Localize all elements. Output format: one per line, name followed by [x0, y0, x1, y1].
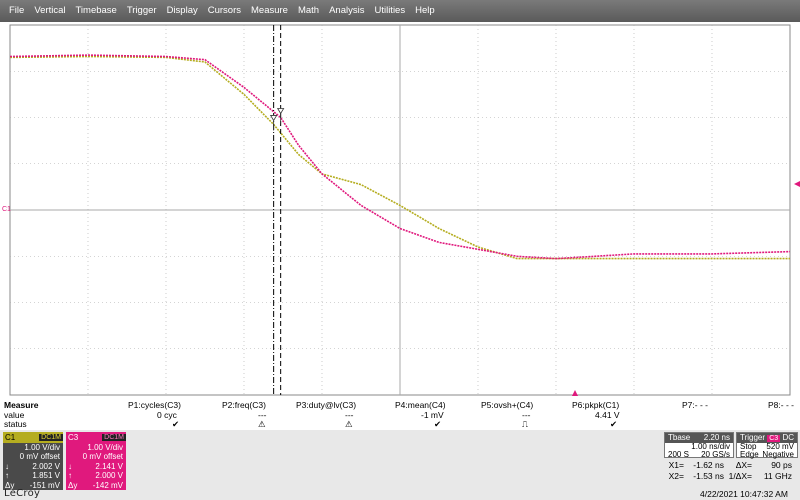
c1-cursor2-value: 1.851 V — [32, 471, 60, 481]
c1-header: C1 DC1M — [3, 432, 63, 443]
c1-descriptor[interactable]: C1 DC1M 1.00 V/div 0 mV offset ↓ 2.002 V … — [3, 432, 63, 490]
menu-math[interactable]: Math — [293, 0, 324, 22]
param-p7-name[interactable]: P7:- - - — [682, 400, 708, 410]
c1-body: 1.00 V/div 0 mV offset ↓ 2.002 V ↑ 1.851 V… — [3, 443, 63, 490]
waveform-grid: C1 — [2, 24, 800, 396]
menu-bar: File Vertical Timebase Trigger Display Cursor… — [0, 0, 800, 22]
dx-label: ΔX= — [735, 460, 752, 470]
param-p2-name[interactable]: P2:freq(C3) — [222, 400, 266, 410]
menu-cursors[interactable]: Cursors — [203, 0, 246, 22]
menu-file[interactable]: File — [4, 0, 29, 22]
x1-label: X1= — [668, 460, 684, 470]
c3-cursor2-value: 2.000 V — [95, 471, 123, 481]
dx-value: 90 ps — [771, 460, 792, 470]
menu-display[interactable]: Display — [162, 0, 203, 22]
measure-header-row: Measure P1:cycles(C3) P2:freq(C3) P3:dut… — [0, 400, 800, 410]
trigger-source-badge: C3 — [767, 435, 781, 442]
c1-offset: 0 mV offset — [19, 452, 60, 462]
param-p4-status-icon: ✔ — [434, 419, 442, 429]
c3-delta-label: Δy — [68, 480, 78, 490]
menu-vertical[interactable]: Vertical — [29, 0, 70, 22]
x2-value: -1.53 ns — [693, 471, 724, 481]
menu-timebase[interactable]: Timebase — [70, 0, 121, 22]
c3-cursor1-value: 2.141 V — [95, 461, 123, 471]
param-p8-name[interactable]: P8:- - - — [768, 400, 794, 410]
c3-vdiv: 1.00 V/div — [87, 443, 123, 452]
param-p5-status-icon: ⎍ — [522, 419, 528, 429]
param-p6-status-icon: ✔ — [610, 419, 618, 429]
timebase-descriptor[interactable]: Tbase 2.20 ns 1.00 ns/div 200 S 20 GS/s — [664, 432, 734, 459]
measure-panel: Measure P1:cycles(C3) P2:freq(C3) P3:dut… — [0, 398, 800, 430]
channel-marker: C1 — [2, 206, 11, 213]
measure-status-row: status ✔ ⚠ ⚠ ✔ ⎍ ✔ — [0, 419, 800, 429]
timebase-label: Tbase — [668, 433, 691, 442]
trigger-type: Edge — [740, 450, 759, 459]
trigger-coupling: DC — [782, 433, 794, 442]
measure-title: Measure — [4, 400, 39, 410]
param-p1-name[interactable]: P1:cycles(C3) — [128, 400, 181, 410]
c1-cursor1-value: 2.002 V — [32, 461, 60, 471]
c3-descriptor[interactable]: C3 DC1M 1.00 V/div 0 mV offset ↓ 2.141 V … — [66, 432, 126, 490]
trigger-slope: Negative — [762, 450, 794, 459]
menu-analysis[interactable]: Analysis — [324, 0, 369, 22]
c3-cursor1-icon: ↓ — [68, 461, 72, 471]
inv-dx-value: 11 GHz — [763, 471, 792, 481]
c3-offset: 0 mV offset — [82, 452, 123, 462]
c1-cursor1-icon: ↓ — [5, 461, 9, 471]
param-p5-name[interactable]: P5:ovsh+(C4) — [481, 400, 533, 410]
param-p4-name[interactable]: P4:mean(C4) — [395, 400, 446, 410]
status-row-label: status — [4, 419, 27, 429]
c3-delta-value: -142 mV — [92, 480, 123, 490]
menu-trigger[interactable]: Trigger — [122, 0, 162, 22]
param-p3-name[interactable]: P3:duty@lv(C3) — [296, 400, 356, 410]
menu-utilities[interactable]: Utilities — [369, 0, 410, 22]
c3-label: C3 — [68, 433, 79, 442]
waveform-display[interactable]: C1 — [0, 22, 800, 398]
param-p6-name[interactable]: P6:pkpk(C1) — [572, 400, 619, 410]
timebase-samples: 200 S — [668, 450, 689, 459]
cursor-readout: X1= -1.62 ns ΔX= 90 ps X2= -1.53 ns 1/ΔX… — [664, 460, 798, 484]
c1-vdiv: 1.00 V/div — [24, 443, 60, 452]
timebase-sample-rate: 20 GS/s — [701, 450, 730, 459]
trigger-level-arrow-icon[interactable] — [794, 181, 800, 187]
menu-help[interactable]: Help — [410, 0, 440, 22]
c3-coupling-badge: DC1M — [102, 434, 126, 441]
menu-measure[interactable]: Measure — [246, 0, 293, 22]
c1-coupling-badge: DC1M — [39, 434, 63, 441]
param-p2-status-icon: ⚠ — [258, 419, 266, 429]
timestamp: 4/22/2021 10:47:32 AM — [700, 489, 788, 499]
trigger-descriptor[interactable]: Trigger C3 DC Stop 520 mV Edge Negative — [736, 432, 798, 459]
c3-header: C3 DC1M — [66, 432, 126, 443]
c1-label: C1 — [5, 433, 16, 442]
inv-dx-label: 1/ΔX= — [728, 471, 752, 481]
x1-value: -1.62 ns — [693, 460, 724, 470]
param-p3-status-icon: ⚠ — [345, 419, 353, 429]
param-p1-status-icon: ✔ — [172, 419, 180, 429]
c3-body: 1.00 V/div 0 mV offset ↓ 2.141 V ↑ 2.000 V… — [66, 443, 126, 490]
c3-cursor2-icon: ↑ — [68, 471, 72, 481]
c1-cursor2-icon: ↑ — [5, 471, 9, 481]
lecroy-logo: LeCroy — [4, 488, 41, 499]
x2-label: X2= — [668, 471, 684, 481]
